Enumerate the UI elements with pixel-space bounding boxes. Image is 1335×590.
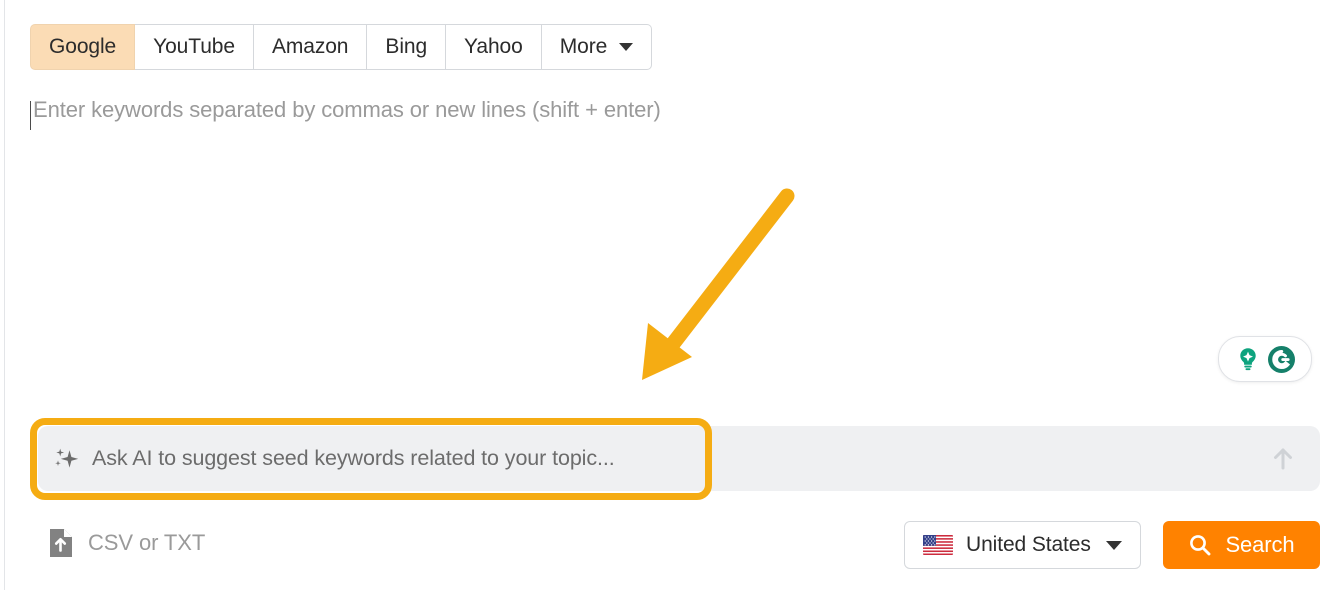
chevron-down-icon	[1105, 540, 1122, 550]
search-icon	[1190, 535, 1211, 556]
tab-bing-label: Bing	[385, 35, 428, 58]
ai-submit-button[interactable]	[1266, 442, 1300, 476]
tab-yahoo-label: Yahoo	[464, 35, 523, 58]
upload-file-label: CSV or TXT	[88, 530, 206, 555]
tab-bing[interactable]: Bing	[367, 24, 447, 70]
tab-google[interactable]: Google	[30, 24, 136, 70]
ai-prompt-placeholder: Ask AI to suggest seed keywords related …	[92, 446, 615, 470]
tab-amazon[interactable]: Amazon	[253, 24, 368, 70]
country-selector-label: United States	[966, 533, 1091, 556]
lightbulb-idea-icon[interactable]	[1233, 344, 1263, 374]
text-caret	[30, 101, 31, 130]
panel-left-border	[4, 0, 5, 590]
upload-file-button[interactable]: CSV or TXT	[48, 528, 205, 558]
file-upload-icon	[50, 529, 72, 557]
sparkle-icon	[52, 445, 80, 473]
us-flag-icon	[923, 535, 953, 555]
tab-google-label: Google	[49, 35, 117, 58]
tab-youtube-label: YouTube	[153, 35, 235, 58]
arrow-up-icon	[1274, 448, 1292, 469]
tab-more-label: More	[559, 35, 608, 58]
tab-more[interactable]: More	[541, 24, 653, 70]
search-button-label: Search	[1225, 532, 1295, 557]
search-button[interactable]: Search	[1163, 521, 1320, 569]
chevron-down-icon	[619, 43, 634, 51]
country-selector[interactable]: United States	[904, 521, 1141, 569]
grammarly-logo-icon[interactable]	[1265, 343, 1298, 376]
keywords-input-placeholder: Enter keywords separated by commas or ne…	[33, 97, 661, 122]
tab-yahoo[interactable]: Yahoo	[446, 24, 542, 70]
tab-amazon-label: Amazon	[271, 35, 349, 58]
keywords-input[interactable]: Enter keywords separated by commas or ne…	[30, 97, 1320, 397]
ai-prompt-bar[interactable]: Ask AI to suggest seed keywords related …	[38, 426, 1320, 491]
grammarly-widget[interactable]	[1218, 336, 1312, 382]
tab-youtube[interactable]: YouTube	[135, 24, 254, 70]
search-engine-tabs: Google YouTube Amazon Bing Yahoo More	[30, 24, 653, 70]
